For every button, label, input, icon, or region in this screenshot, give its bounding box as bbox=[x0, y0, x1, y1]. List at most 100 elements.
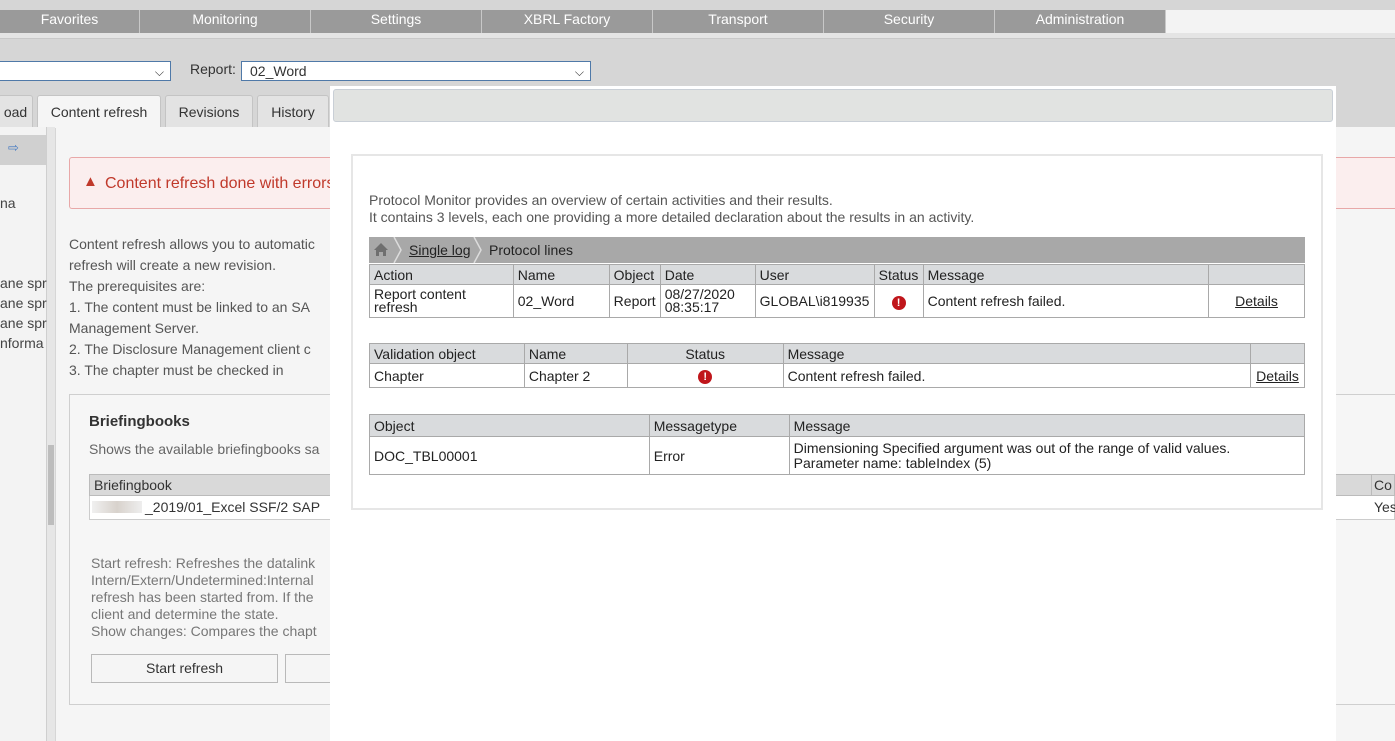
protocol-monitor-dialog: Protocol Monitor provides an overview of… bbox=[330, 86, 1336, 741]
warning-icon: ▲ bbox=[83, 173, 98, 190]
column-header-briefingbook[interactable]: Briefingbook bbox=[94, 477, 172, 493]
breadcrumb-protocol-lines: Protocol lines bbox=[489, 242, 574, 258]
report-select-value: 02_Word bbox=[250, 63, 307, 79]
column-header-message[interactable]: Message bbox=[782, 343, 1251, 364]
header-divider bbox=[0, 38, 1395, 39]
left-item[interactable]: nforma bbox=[0, 335, 44, 351]
left-item[interactable]: ane spr bbox=[0, 315, 47, 331]
left-panel: ⇨ bbox=[0, 127, 47, 741]
details-link[interactable]: Details bbox=[1235, 293, 1278, 309]
table-header-row: Validation object Name Status Message bbox=[369, 343, 1306, 364]
cell-validation-object: Chapter bbox=[369, 363, 525, 388]
column-header-message[interactable]: Message bbox=[922, 264, 1210, 285]
column-header-name[interactable]: Name bbox=[523, 343, 628, 364]
scrollbar-thumb[interactable] bbox=[48, 445, 54, 525]
date-line-2: 08:35:17 bbox=[664, 299, 720, 315]
nav-tab-monitoring[interactable]: Monitoring bbox=[140, 10, 311, 33]
tab-content-refresh[interactable]: Content refresh bbox=[37, 95, 161, 128]
help-line: refresh has been started from. If the bbox=[91, 589, 314, 605]
table-header-row: Action Name Object Date User Status Mess… bbox=[369, 264, 1305, 285]
column-header-date[interactable]: Date bbox=[659, 264, 756, 285]
column-header-user[interactable]: User bbox=[754, 264, 875, 285]
column-header-status[interactable]: Status bbox=[873, 264, 924, 285]
tab-history[interactable]: History bbox=[257, 95, 329, 127]
table-row[interactable]: Chapter Chapter 2 ! Content refresh fail… bbox=[369, 363, 1306, 388]
top-navigation: Favorites Monitoring Settings XBRL Facto… bbox=[0, 10, 1395, 33]
help-line: Show changes: Compares the chapt bbox=[91, 623, 317, 639]
cell-details: Details bbox=[1249, 363, 1306, 388]
message-line-1: Dimensioning Specified argument was out … bbox=[793, 439, 1231, 456]
home-icon[interactable] bbox=[373, 242, 389, 257]
breadcrumb-single-log[interactable]: Single log bbox=[409, 242, 471, 258]
nav-tab-transport[interactable]: Transport bbox=[653, 10, 824, 33]
column-header-action[interactable]: Action bbox=[369, 264, 514, 285]
description-line: Content refresh allows you to automatic bbox=[69, 236, 315, 252]
tab-upload[interactable]: oad bbox=[0, 95, 33, 127]
breadcrumb-separator-icon bbox=[473, 237, 482, 263]
chevron-down-icon: ⌵ bbox=[154, 65, 164, 79]
intro-line-2: It contains 3 levels, each one providing… bbox=[369, 209, 975, 225]
column-header-object[interactable]: Object bbox=[608, 264, 661, 285]
breadcrumb: Single log Protocol lines bbox=[369, 237, 1305, 263]
cell-messagetype: Error bbox=[648, 436, 790, 475]
breadcrumb-separator-icon bbox=[393, 237, 402, 263]
redacted-block bbox=[92, 501, 142, 513]
cell-name: Chapter 2 bbox=[523, 363, 628, 388]
error-icon: ! bbox=[891, 295, 906, 310]
cell-object: Report bbox=[608, 284, 661, 318]
cell-name: 02_Word bbox=[512, 284, 610, 318]
nav-tab-administration[interactable]: Administration bbox=[995, 10, 1166, 33]
nav-tab-security[interactable]: Security bbox=[824, 10, 995, 33]
column-divider bbox=[1371, 475, 1372, 495]
tab-revisions[interactable]: Revisions bbox=[165, 95, 253, 127]
help-line: Intern/Extern/Undetermined:Internal bbox=[91, 572, 314, 588]
cell-status: ! bbox=[626, 363, 784, 388]
start-refresh-button[interactable]: Start refresh bbox=[91, 654, 278, 683]
error-icon: ! bbox=[698, 370, 713, 384]
intro-line-1: Protocol Monitor provides an overview of… bbox=[369, 192, 833, 208]
table-row[interactable]: DOC_TBL00001 Error Dimensioning Specifie… bbox=[369, 436, 1306, 475]
action-line-2: refresh bbox=[374, 299, 418, 315]
briefingbook-co-value: Yes bbox=[1374, 499, 1395, 515]
report-label: Report: bbox=[190, 61, 236, 77]
left-item[interactable]: ane spr bbox=[0, 275, 47, 291]
column-header-object[interactable]: Object bbox=[369, 414, 650, 437]
column-header-status[interactable]: Status bbox=[626, 343, 784, 364]
description-line: 2. The Disclosure Management client c bbox=[69, 341, 311, 357]
column-header-details bbox=[1208, 264, 1305, 285]
table-header-row: Object Messagetype Message bbox=[369, 414, 1306, 437]
description-line: 1. The content must be linked to an SA bbox=[69, 299, 311, 315]
description-line: Management Server. bbox=[69, 320, 199, 336]
description-line: 3. The chapter must be checked in bbox=[69, 362, 284, 378]
cell-message: Dimensioning Specified argument was out … bbox=[788, 436, 1306, 475]
nav-tab-xbrl-factory[interactable]: XBRL Factory bbox=[482, 10, 653, 33]
briefingbook-name: _2019/01_Excel SSF/2 SAP bbox=[145, 499, 321, 515]
table-row[interactable]: Report content refresh 02_Word Report 08… bbox=[369, 284, 1305, 318]
validation-table: Validation object Name Status Message Ch… bbox=[369, 343, 1306, 388]
left-panel-header bbox=[0, 135, 46, 165]
nav-tab-settings[interactable]: Settings bbox=[311, 10, 482, 33]
report-select[interactable]: 02_Word ⌵ bbox=[241, 61, 591, 81]
left-scrollbar[interactable] bbox=[47, 127, 55, 741]
details-link[interactable]: Details bbox=[1256, 368, 1299, 384]
briefingbooks-subtitle: Shows the available briefingbooks sa bbox=[89, 441, 320, 457]
column-header-message[interactable]: Message bbox=[788, 414, 1306, 437]
left-select[interactable]: ⌵ bbox=[0, 61, 171, 81]
activity-table: Action Name Object Date User Status Mess… bbox=[369, 264, 1305, 318]
cell-object: DOC_TBL00001 bbox=[369, 436, 650, 475]
left-item[interactable]: na bbox=[0, 195, 16, 211]
dialog-title-bar[interactable] bbox=[333, 89, 1333, 122]
left-item[interactable]: ane spr bbox=[0, 295, 47, 311]
error-alert-text: Content refresh done with errors bbox=[105, 175, 335, 192]
column-header-co[interactable]: Co bbox=[1374, 477, 1392, 493]
help-line: client and determine the state. bbox=[91, 606, 279, 622]
nav-tab-favorites[interactable]: Favorites bbox=[0, 10, 140, 33]
column-header-name[interactable]: Name bbox=[512, 264, 610, 285]
cell-action: Report content refresh bbox=[369, 284, 514, 318]
description-line: The prerequisites are: bbox=[69, 278, 206, 294]
column-header-validation-object[interactable]: Validation object bbox=[369, 343, 525, 364]
column-header-messagetype[interactable]: Messagetype bbox=[648, 414, 790, 437]
cell-message: Content refresh failed. bbox=[922, 284, 1210, 318]
cell-user: GLOBAL\i819935 bbox=[754, 284, 875, 318]
expand-arrow-icon[interactable]: ⇨ bbox=[8, 140, 19, 156]
